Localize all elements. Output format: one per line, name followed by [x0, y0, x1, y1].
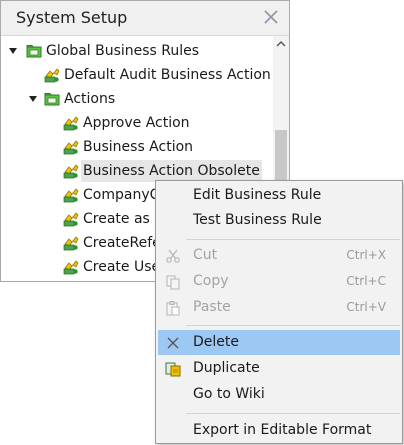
duplicate-icon [165, 362, 181, 377]
menu-item-duplicate[interactable]: Duplicate [158, 356, 400, 381]
menu-item-export-editable-format[interactable]: Export in Editable Format [158, 418, 400, 443]
tree-item-label: Global Business Rules [46, 43, 200, 59]
business-action-icon [63, 140, 79, 155]
menu-item-shortcut: Ctrl+V [346, 300, 386, 314]
menu-item-label: Cut [193, 247, 218, 263]
menu-item-label: Go to Wiki [193, 386, 265, 402]
business-action-icon [63, 212, 79, 227]
menu-item-label: Export in Editable Format [193, 422, 372, 438]
scroll-up-arrow-icon[interactable] [273, 36, 289, 52]
scissors-icon [166, 249, 180, 263]
business-action-icon [63, 188, 79, 203]
tree-item-label: Business Action Obsolete [81, 160, 262, 182]
menu-item-label: Edit Business Rule [193, 187, 322, 203]
folder-icon [44, 93, 60, 106]
business-action-icon [63, 116, 79, 131]
panel-title: System Setup [16, 8, 128, 27]
business-action-icon [44, 68, 60, 83]
copy-icon [166, 275, 180, 290]
expanded-arrow-icon[interactable] [9, 48, 17, 54]
menu-item-label: Duplicate [193, 360, 260, 376]
close-icon[interactable] [262, 8, 280, 26]
tree-item-label: Default Audit Business Action [64, 67, 271, 83]
menu-separator [186, 413, 400, 414]
business-action-icon [63, 260, 79, 275]
context-menu: Edit Business Rule Test Business Rule Cu… [155, 180, 403, 444]
menu-item-copy[interactable]: Copy Ctrl+C [158, 269, 400, 294]
folder-icon [26, 45, 42, 58]
menu-item-label: Paste [193, 299, 231, 315]
menu-item-edit-business-rule[interactable]: Edit Business Rule [158, 183, 400, 208]
business-action-icon [63, 236, 79, 251]
menu-item-paste[interactable]: Paste Ctrl+V [158, 295, 400, 320]
menu-item-shortcut: Ctrl+C [346, 274, 386, 288]
menu-item-cut[interactable]: Cut Ctrl+X [158, 243, 400, 268]
menu-item-label: Copy [193, 273, 229, 289]
menu-item-go-to-wiki[interactable]: Go to Wiki [158, 382, 400, 407]
menu-item-label: Delete [193, 334, 239, 350]
menu-item-label: Test Business Rule [193, 212, 322, 228]
panel-header: System Setup [1, 1, 289, 36]
delete-icon [167, 337, 179, 349]
menu-item-delete[interactable]: Delete [158, 330, 400, 355]
expanded-arrow-icon[interactable] [29, 96, 37, 102]
tree-item-label: Actions [64, 91, 116, 107]
tree-item-label: Approve Action [83, 115, 190, 131]
menu-item-test-business-rule[interactable]: Test Business Rule [158, 208, 400, 233]
menu-item-shortcut: Ctrl+X [346, 248, 386, 262]
menu-separator [186, 239, 400, 240]
tree-item-label: Business Action [83, 139, 194, 155]
menu-separator [186, 325, 400, 326]
business-action-icon [63, 164, 79, 179]
paste-icon [166, 301, 180, 316]
